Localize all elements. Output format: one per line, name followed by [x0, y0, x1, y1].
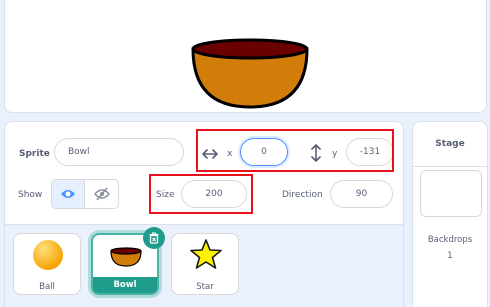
trash-icon	[149, 232, 159, 244]
sprite-info-panel: Sprite Bowl x 0 y -131 Show Size 200 Dir…	[4, 121, 404, 307]
backdrops-info: Backdrops 1	[413, 232, 487, 264]
sprite-properties: Sprite Bowl x 0 y -131 Show Size 200 Dir…	[5, 122, 403, 224]
show-label: Show	[18, 190, 43, 200]
sprite-tile-ball[interactable]: Ball	[13, 233, 81, 295]
sprite-label: Sprite	[19, 149, 50, 159]
backdrops-label: Backdrops	[427, 235, 473, 245]
backdrops-count: 1	[447, 251, 453, 261]
stage-title: Stage	[413, 122, 487, 167]
sprite-name-star: Star	[196, 282, 214, 292]
direction-label: Direction	[282, 190, 323, 200]
stage-canvas[interactable]	[4, 0, 487, 113]
show-hidden-button[interactable]	[85, 180, 118, 208]
stage-thumbnail[interactable]	[420, 170, 482, 217]
sprite-tile-bowl[interactable]: Bowl	[91, 227, 165, 295]
eye-icon	[61, 190, 75, 198]
show-visible-button[interactable]	[52, 180, 86, 208]
highlight-size-box	[149, 174, 253, 214]
stage-selector-panel[interactable]: Stage Backdrops 1	[412, 121, 488, 307]
delete-sprite-button[interactable]	[143, 227, 165, 249]
star-sprite-icon	[190, 239, 222, 269]
sprite-name-ball: Ball	[39, 282, 55, 292]
eye-slash-icon	[93, 187, 110, 201]
direction-input[interactable]: 90	[330, 180, 393, 208]
sprite-name-input[interactable]: Bowl	[54, 138, 184, 166]
ball-sprite-icon	[33, 240, 63, 270]
visibility-toggle	[51, 179, 119, 209]
sprite-name-bowl: Bowl	[93, 277, 157, 293]
sprite-tile-star[interactable]: Star	[171, 233, 239, 295]
highlight-xy-box	[196, 129, 394, 172]
sprite-list: Ball Bowl Star	[5, 224, 403, 307]
bowl-sprite-costume[interactable]	[190, 37, 310, 109]
bowl-sprite-icon	[110, 247, 142, 267]
